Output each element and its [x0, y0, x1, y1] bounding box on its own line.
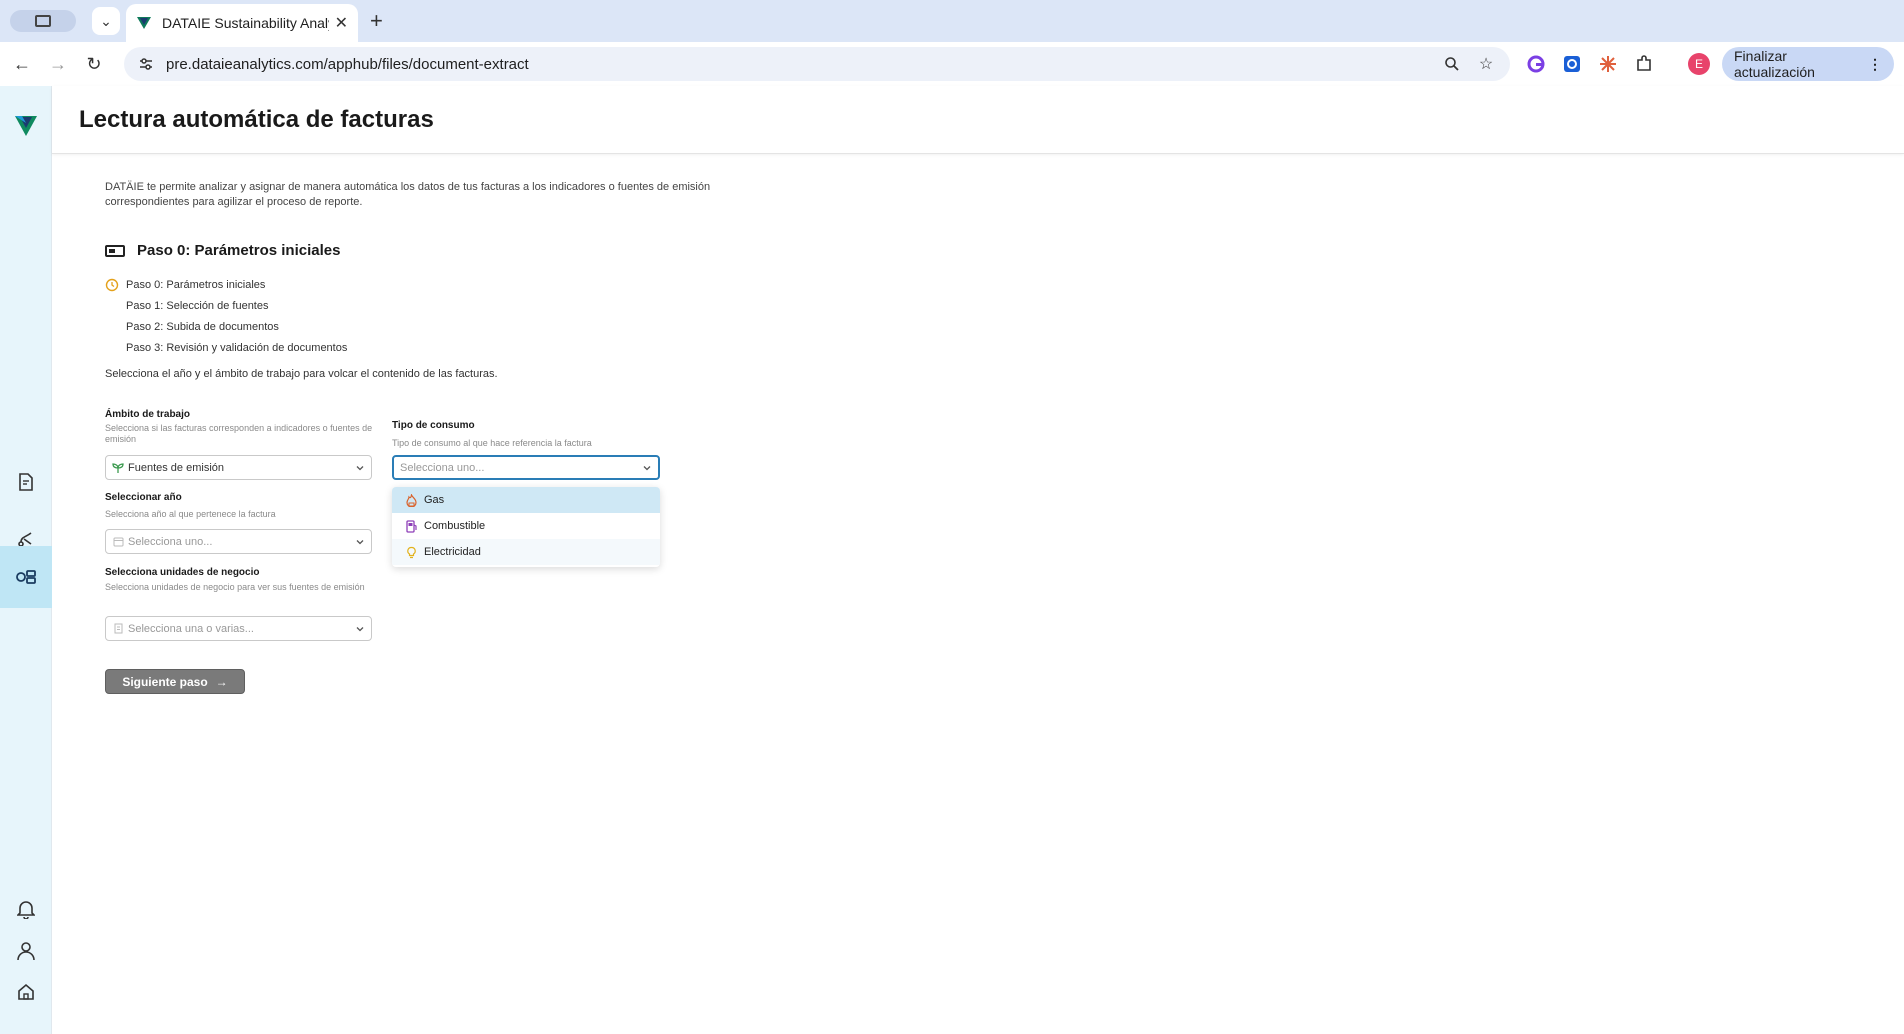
chevron-down-icon	[356, 539, 364, 544]
step-heading-text: Paso 0: Parámetros iniciales	[137, 242, 341, 259]
step-item: Paso 3: Revisión y validación de documen…	[105, 340, 347, 361]
ambito-select[interactable]: Fuentes de emisión	[105, 455, 372, 480]
option-label: Gas	[424, 494, 445, 506]
chevron-down-icon	[643, 465, 651, 470]
step-item: Paso 2: Subida de documentos	[105, 319, 347, 340]
tab-close-icon[interactable]: ✕	[335, 13, 348, 33]
user-profile-icon[interactable]	[0, 931, 52, 971]
step-label: Paso 1: Selección de fuentes	[126, 300, 269, 312]
option-label: Electricidad	[424, 546, 481, 558]
tab-search-button[interactable]: ⌄	[92, 7, 120, 35]
forward-button[interactable]: →	[46, 52, 70, 76]
new-tab-button[interactable]: +	[370, 8, 383, 34]
dropdown-option-gas[interactable]: Gas	[392, 487, 660, 513]
page-header: Lectura automática de facturas	[52, 86, 1904, 154]
unidades-label: Selecciona unidades de negocio	[105, 567, 260, 578]
step-label: Paso 3: Revisión y validación de documen…	[126, 342, 348, 354]
zoom-icon[interactable]	[1442, 54, 1462, 74]
next-step-button[interactable]: Siguiente paso →	[105, 669, 245, 694]
reload-button[interactable]: ↻	[82, 52, 106, 76]
clock-icon	[105, 278, 119, 292]
unidades-help: Selecciona unidades de negocio para ver …	[105, 582, 365, 592]
finish-update-button[interactable]: Finalizar actualización ⋮	[1722, 47, 1894, 81]
back-button[interactable]: ←	[10, 52, 34, 76]
ambito-label: Ámbito de trabajo	[105, 409, 191, 420]
intro-text: DATÄIE te permite analizar y asignar de …	[105, 181, 711, 208]
window-switcher-button[interactable]	[10, 10, 76, 32]
lightbulb-icon	[404, 545, 418, 559]
sprout-icon	[112, 462, 124, 474]
ambito-value: Fuentes de emisión	[128, 461, 224, 474]
anio-placeholder: Selecciona uno...	[128, 535, 213, 548]
browser-tab[interactable]: DATAIE Sustainability Analytic ✕	[126, 4, 358, 42]
calendar-icon	[112, 536, 124, 548]
site-settings-icon[interactable]	[138, 56, 154, 72]
tab-title: DATAIE Sustainability Analytic	[162, 15, 329, 31]
dataie-favicon-icon	[137, 17, 151, 29]
home-icon[interactable]	[0, 972, 52, 1012]
blue-extension-icon[interactable]	[1562, 54, 1582, 74]
profile-avatar[interactable]: E	[1688, 53, 1710, 75]
browser-tab-bar: ⌄ DATAIE Sustainability Analytic ✕ +	[0, 0, 1904, 42]
anio-select[interactable]: Selecciona uno...	[105, 529, 372, 554]
dropdown-option-combustible[interactable]: Combustible	[392, 513, 660, 539]
step-item: Paso 1: Selección de fuentes	[105, 298, 347, 319]
step-label: Paso 2: Subida de documentos	[126, 321, 279, 333]
step-label: Paso 0: Parámetros iniciales	[126, 279, 266, 291]
flame-icon	[404, 493, 418, 507]
orange-extension-icon[interactable]	[1598, 54, 1618, 74]
tipo-dropdown-menu: Gas Combustible Electricidad	[392, 487, 660, 567]
dropdown-option-electricidad[interactable]: Electricidad	[392, 539, 660, 565]
step-item: Paso 0: Parámetros iniciales	[105, 277, 347, 298]
extensions-puzzle-icon[interactable]	[1634, 54, 1654, 74]
unidades-placeholder: Selecciona una o varias...	[128, 622, 254, 635]
current-step-heading: Paso 0: Parámetros iniciales	[105, 242, 340, 259]
notifications-bell-icon[interactable]	[0, 889, 52, 929]
document-edit-icon[interactable]	[0, 462, 52, 502]
chevron-down-icon	[356, 465, 364, 470]
instruction-text: Selecciona el año y el ámbito de trabajo…	[105, 368, 498, 380]
tipo-placeholder: Selecciona uno...	[400, 461, 485, 474]
address-bar[interactable]: pre.dataieanalytics.com/apphub/files/doc…	[124, 47, 1510, 81]
building-icon	[112, 623, 124, 635]
tipo-help: Tipo de consumo al que hace referencia l…	[392, 438, 592, 448]
tipo-label: Tipo de consumo	[392, 420, 475, 431]
bookmark-star-icon[interactable]: ☆	[1476, 54, 1496, 74]
more-options-icon[interactable]: ⋮	[1868, 56, 1882, 73]
browser-toolbar: ← → ↻ pre.dataieanalytics.com/apphub/fil…	[0, 42, 1904, 86]
steps-list: Paso 0: Parámetros iniciales Paso 1: Sel…	[105, 277, 347, 361]
page-title: Lectura automática de facturas	[79, 106, 434, 133]
ambito-help: Selecciona si las facturas corresponden …	[105, 423, 373, 444]
arrow-right-icon: →	[215, 674, 228, 689]
finish-update-label: Finalizar actualización	[1734, 48, 1815, 80]
fuel-pump-icon	[404, 519, 418, 533]
option-label: Combustible	[424, 520, 486, 532]
url-text: pre.dataieanalytics.com/apphub/files/doc…	[166, 55, 529, 73]
grammar-extension-icon[interactable]	[1526, 54, 1546, 74]
invoice-reader-icon[interactable]	[0, 546, 52, 608]
battery-icon	[105, 244, 125, 257]
dataie-logo[interactable]	[0, 106, 52, 146]
app-sidebar	[0, 86, 52, 1034]
anio-label: Seleccionar año	[105, 492, 182, 503]
chevron-down-icon	[356, 626, 364, 631]
app-main: Lectura automática de facturas DATÄIE te…	[52, 86, 1904, 1034]
tipo-select[interactable]: Selecciona uno...	[392, 455, 660, 480]
next-step-label: Siguiente paso	[122, 674, 208, 689]
unidades-select[interactable]: Selecciona una o varias...	[105, 616, 372, 641]
anio-help: Selecciona año al que pertenece la factu…	[105, 509, 276, 519]
